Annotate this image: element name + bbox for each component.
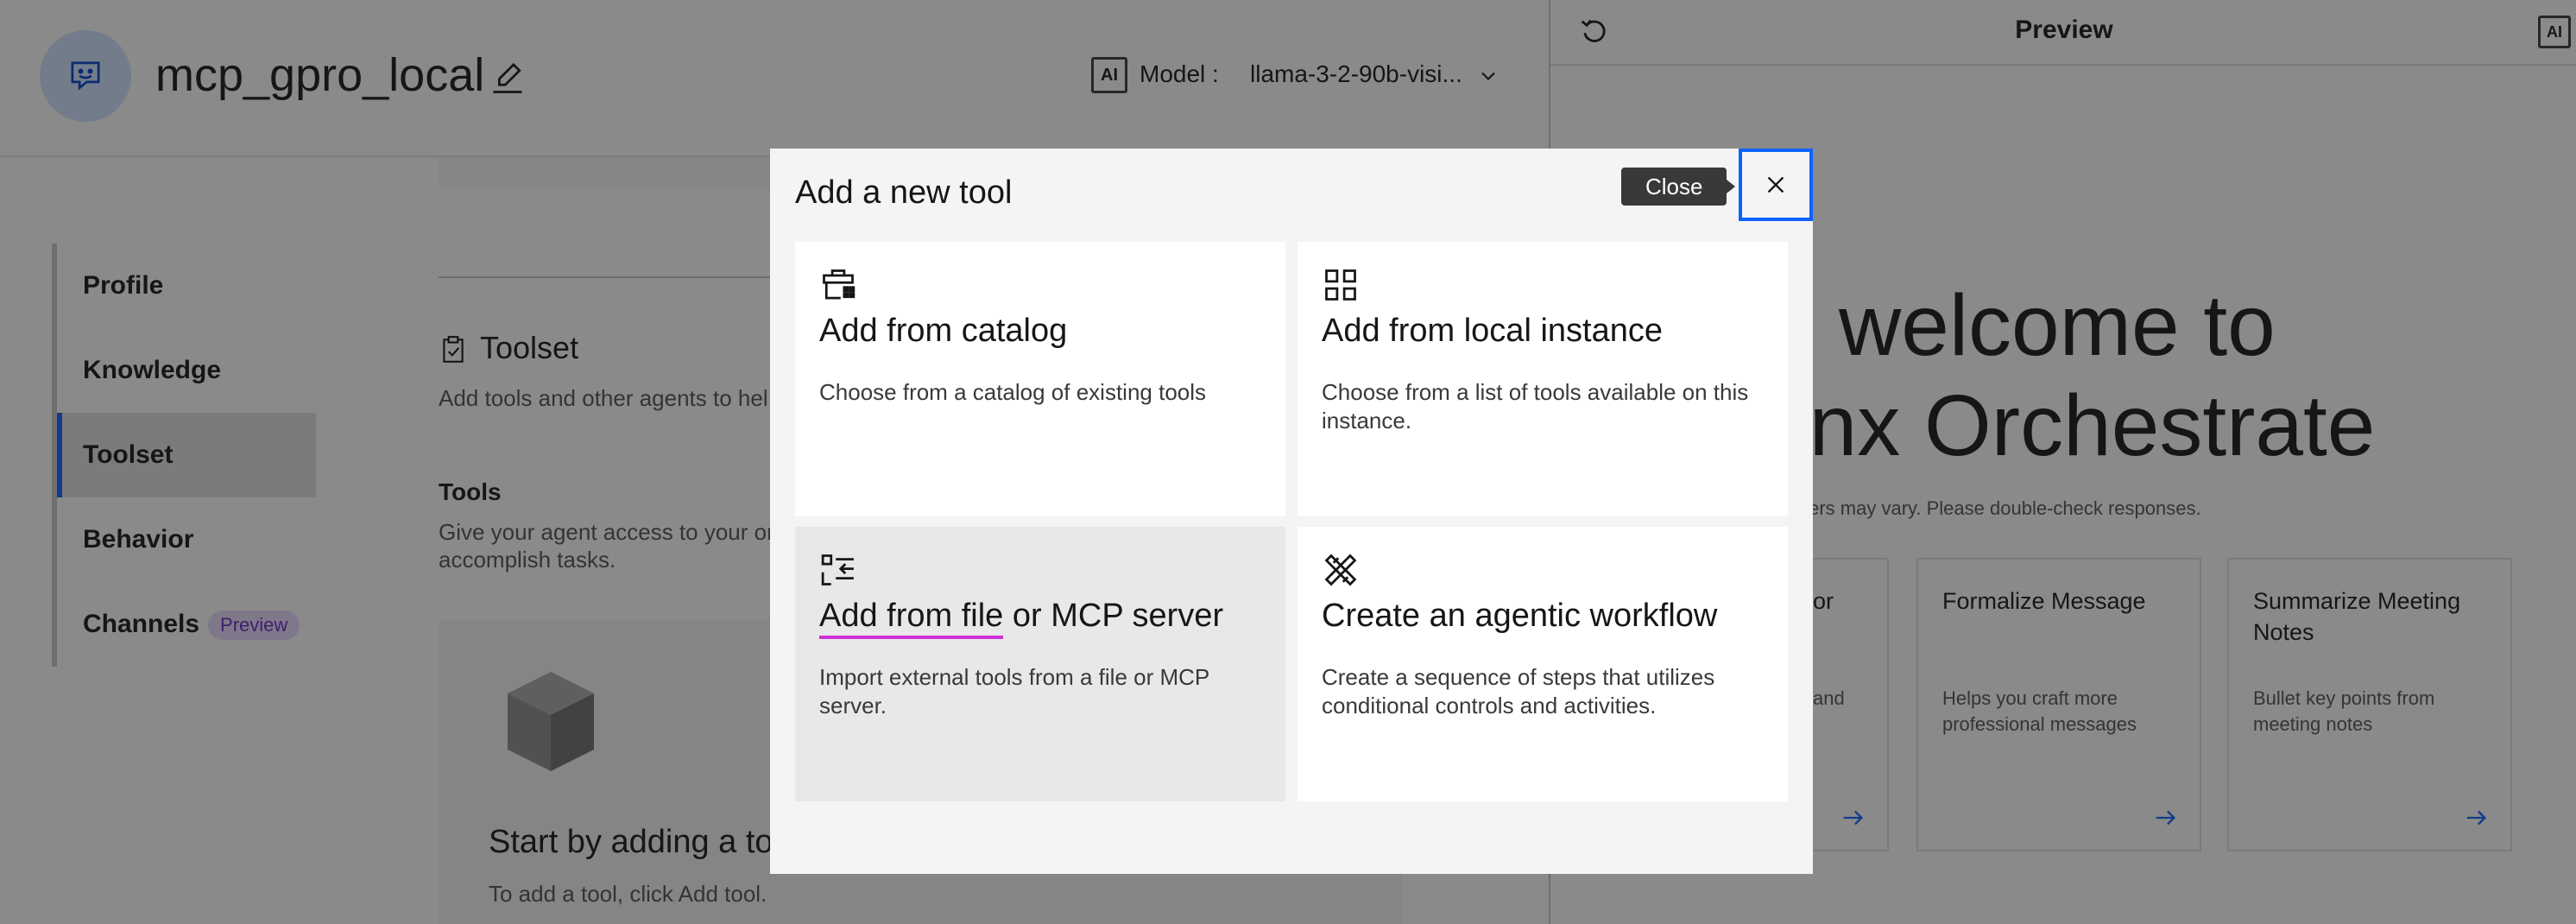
tile-description: Import external tools from a file or MCP… bbox=[819, 664, 1209, 718]
tile-title-highlight: Add from file bbox=[819, 598, 1004, 639]
tile-title: Add from catalog bbox=[819, 313, 1068, 349]
grid-icon bbox=[1325, 269, 1356, 301]
tools-icon bbox=[1324, 554, 1357, 586]
toolbox-icon bbox=[823, 269, 856, 300]
close-tooltip: Close bbox=[1621, 168, 1737, 206]
add-tool-modal: Add a new tool Close Add from catalog Ch… bbox=[770, 149, 1813, 874]
modal-title: Add a new tool bbox=[795, 174, 1013, 211]
tile-description: Choose from a list of tools available on… bbox=[1322, 379, 1749, 434]
tile-title: Add from file or MCP server bbox=[819, 598, 1224, 639]
create-agentic-workflow-tile[interactable]: Create an agentic workflow Create a sequ… bbox=[1297, 527, 1788, 801]
add-from-local-instance-tile[interactable]: Add from local instance Choose from a li… bbox=[1297, 242, 1788, 516]
import-list-icon bbox=[821, 554, 854, 585]
add-from-file-or-mcp-tile[interactable]: Add from file or MCP server Import exter… bbox=[795, 527, 1285, 801]
tile-description: Create a sequence of steps that utilizes… bbox=[1322, 664, 1715, 718]
close-icon bbox=[1767, 176, 1784, 193]
add-from-catalog-tile[interactable]: Add from catalog Choose from a catalog o… bbox=[795, 242, 1285, 516]
page: mcp_gpro_local AI Model : llama-3-2-90b-… bbox=[0, 0, 2576, 924]
tile-title: Create an agentic workflow bbox=[1322, 598, 1718, 634]
tile-title: Add from local instance bbox=[1322, 313, 1663, 349]
tile-description: Choose from a catalog of existing tools bbox=[819, 379, 1207, 405]
close-button[interactable] bbox=[1739, 149, 1813, 221]
tile-title-rest: or MCP server bbox=[1003, 598, 1224, 634]
